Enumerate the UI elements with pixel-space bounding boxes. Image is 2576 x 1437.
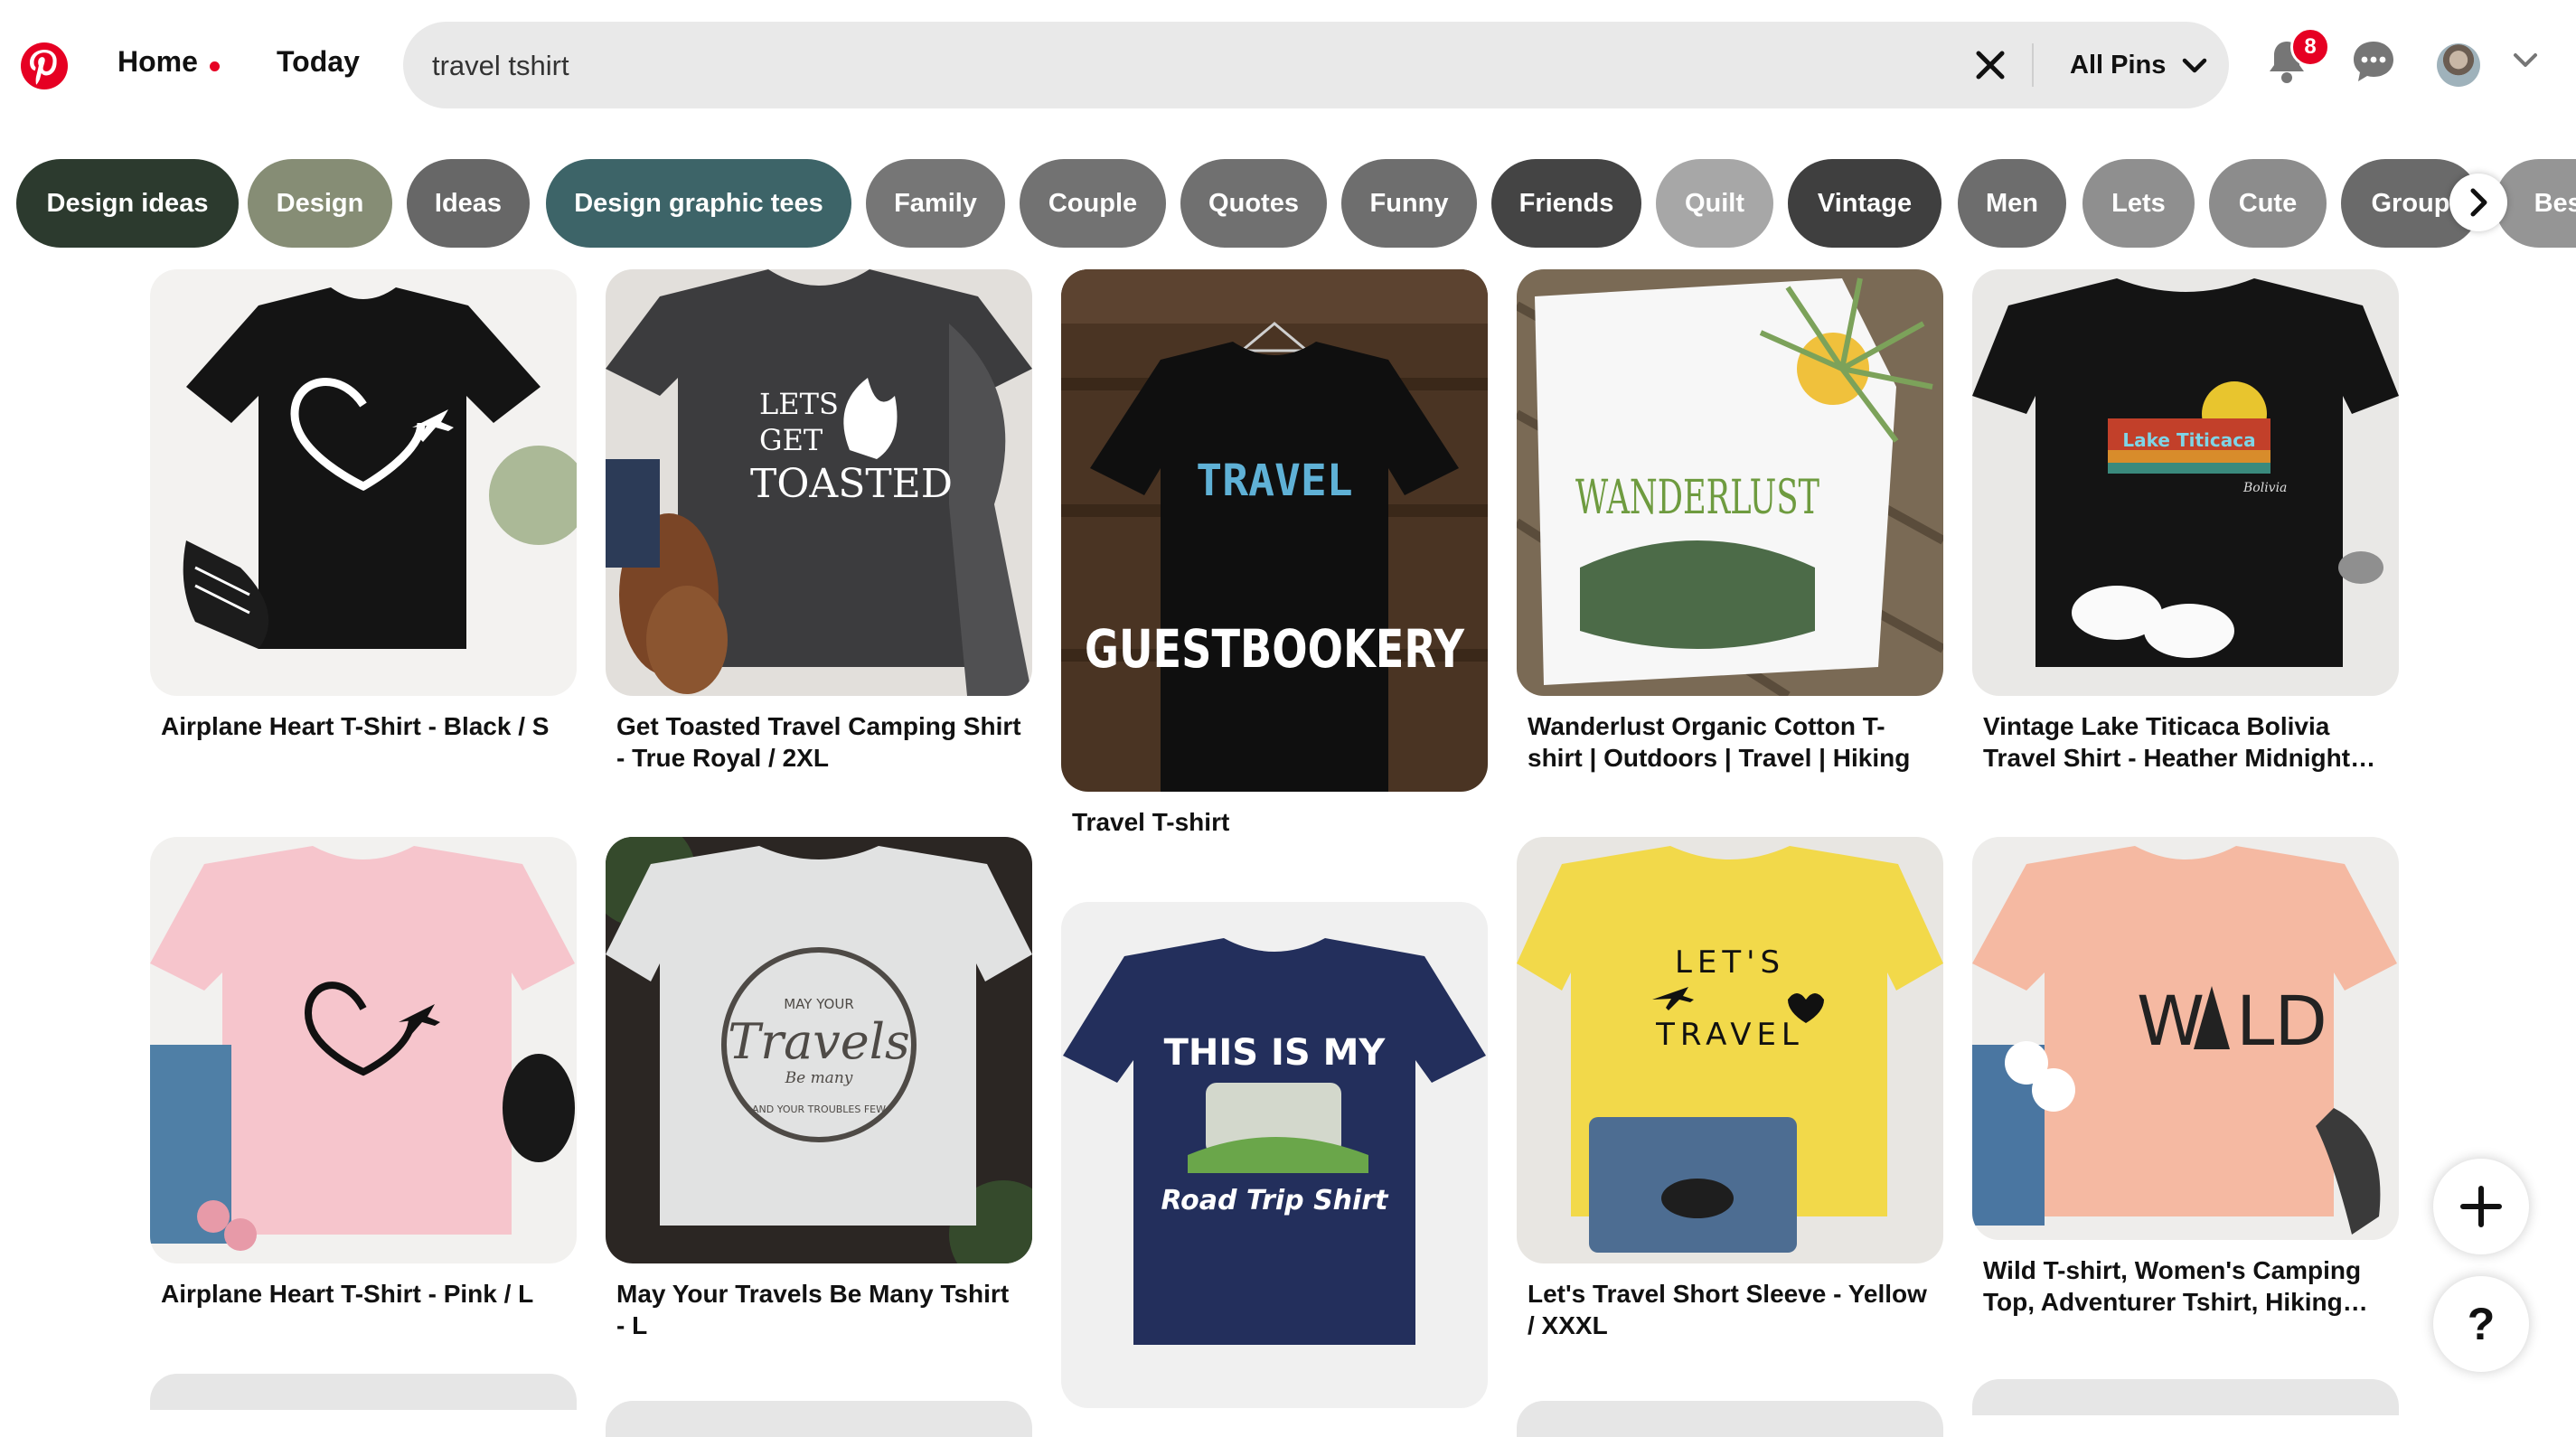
- chip-cute[interactable]: Cute: [2209, 159, 2327, 248]
- pin-card[interactable]: Airplane Heart T-Shirt - Black / S: [150, 269, 577, 742]
- tshirt-image: WANDERLUST: [1517, 269, 1943, 696]
- print-text: TRAVEL: [1655, 1017, 1804, 1053]
- tshirt-image: LET'S TRAVEL: [1517, 837, 1943, 1263]
- chip-design-graphic-tees[interactable]: Design graphic tees: [546, 159, 851, 248]
- pin-card[interactable]: LETS GET TOASTED Get Toasted Travel Camp…: [606, 269, 1032, 774]
- print-text: TRAVEL: [1196, 456, 1352, 506]
- chip-ideas[interactable]: Ideas: [407, 159, 530, 248]
- today-link[interactable]: Today: [277, 45, 360, 79]
- tshirt-image: [150, 837, 577, 1263]
- tshirt-image: THIS IS MY Road Trip Shirt: [1061, 902, 1488, 1408]
- print-text: Road Trip Shirt: [1161, 1185, 1390, 1216]
- print-text: Lake Titicaca: [2122, 429, 2255, 451]
- pin-title: Airplane Heart T-Shirt - Black / S: [161, 712, 550, 740]
- print-text: WANDERLUST: [1575, 471, 1819, 525]
- chevron-right-icon: [2470, 188, 2487, 217]
- pin-title: Vintage Lake Titicaca Bolivia Travel Shi…: [1983, 712, 2351, 772]
- home-notification-dot: [210, 61, 220, 71]
- pin-card[interactable]: W LD Wild T-shirt, Women's Camping Top, …: [1972, 837, 2399, 1318]
- tshirt-image: [150, 269, 577, 696]
- chip-family[interactable]: Family: [866, 159, 1005, 248]
- chevron-down-icon[interactable]: [2513, 52, 2538, 69]
- pin-image: [150, 837, 577, 1263]
- tshirt-image: MAY YOUR Travels Be many AND YOUR TROUBL…: [606, 837, 1032, 1263]
- print-text: Travels: [728, 1013, 909, 1070]
- pin-card-partial[interactable]: [150, 1374, 577, 1410]
- pin-title: Let's Travel Short Sleeve - Yellow / XXX…: [1528, 1280, 1927, 1339]
- tshirt-image: W LD: [1972, 837, 2399, 1240]
- print-text: TOASTED: [750, 461, 953, 507]
- pin-image: LET'S TRAVEL: [1517, 837, 1943, 1263]
- pin-card[interactable]: TRAVEL GUESTBOOKERY Travel T-shirt: [1061, 269, 1488, 838]
- pin-title: Airplane Heart T-Shirt - Pink / L: [161, 1280, 534, 1308]
- pin-card-partial[interactable]: [1517, 1401, 1943, 1437]
- print-text: LET'S: [1675, 944, 1785, 981]
- pin-card[interactable]: WANDERLUST Wanderlust Organic Cotton T-s…: [1517, 269, 1943, 774]
- print-text: Bolivia: [2242, 481, 2287, 495]
- chevron-down-icon: [2182, 58, 2207, 73]
- tshirt-image: LETS GET TOASTED: [606, 269, 1032, 696]
- avatar[interactable]: [2437, 43, 2480, 87]
- chip-design-ideas[interactable]: Design ideas: [16, 159, 239, 248]
- print-text: MAY YOUR: [784, 996, 854, 1012]
- tshirt-image: Lake Titicaca Bolivia: [1972, 269, 2399, 696]
- pin-image: WANDERLUST: [1517, 269, 1943, 696]
- pin-card-partial[interactable]: [606, 1401, 1032, 1437]
- chip-couple[interactable]: Couple: [1020, 159, 1166, 248]
- pin-image: [150, 269, 577, 696]
- pin-card-partial[interactable]: [1972, 1379, 2399, 1415]
- chip-design[interactable]: Design: [248, 159, 392, 248]
- tshirt-image: TRAVEL GUESTBOOKERY: [1061, 269, 1488, 792]
- pin-card[interactable]: Airplane Heart T-Shirt - Pink / L: [150, 837, 577, 1310]
- chip-funny[interactable]: Funny: [1341, 159, 1477, 248]
- search-input[interactable]: [430, 22, 2350, 110]
- pin-title: Wild T-shirt, Women's Camping Top, Adven…: [1983, 1256, 2362, 1316]
- home-link[interactable]: Home: [118, 45, 198, 79]
- pin-card[interactable]: MAY YOUR Travels Be many AND YOUR TROUBL…: [606, 837, 1032, 1341]
- pin-image: Lake Titicaca Bolivia: [1972, 269, 2399, 696]
- pin-image: W LD: [1972, 837, 2399, 1240]
- search-divider: [2032, 43, 2034, 87]
- create-pin-button[interactable]: [2433, 1159, 2529, 1254]
- pin-image: MAY YOUR Travels Be many AND YOUR TROUBL…: [606, 837, 1032, 1263]
- pin-title: May Your Travels Be Many Tshirt - L: [616, 1280, 1010, 1339]
- chip-lets[interactable]: Lets: [2082, 159, 2195, 248]
- pinterest-logo-icon[interactable]: [20, 42, 69, 90]
- help-button[interactable]: ?: [2433, 1276, 2529, 1372]
- chips-next-button[interactable]: [2449, 174, 2507, 231]
- pin-image: LETS GET TOASTED: [606, 269, 1032, 696]
- pin-image: THIS IS MY Road Trip Shirt: [1061, 902, 1488, 1408]
- top-navigation-bar: Home Today All Pins 8: [0, 0, 2576, 131]
- print-text: Be many: [785, 1069, 853, 1087]
- print-text: GET: [759, 423, 823, 457]
- chip-men[interactable]: Men: [1958, 159, 2066, 248]
- all-pins-filter[interactable]: All Pins: [2070, 51, 2207, 81]
- print-text: LETS: [759, 387, 839, 421]
- plus-icon: [2460, 1186, 2502, 1227]
- chip-quilt[interactable]: Quilt: [1656, 159, 1773, 248]
- filter-label: All Pins: [2070, 51, 2167, 80]
- pin-title: Wanderlust Organic Cotton T-shirt | Outd…: [1528, 712, 1911, 772]
- print-text: LD: [2236, 981, 2327, 1061]
- pin-title: Travel T-shirt: [1072, 808, 1230, 836]
- close-icon[interactable]: [1972, 47, 2008, 83]
- print-text: AND YOUR TROUBLES FEW: [752, 1104, 886, 1115]
- chip-quotes[interactable]: Quotes: [1180, 159, 1327, 248]
- pin-image: TRAVEL GUESTBOOKERY: [1061, 269, 1488, 792]
- print-text: THIS IS MY: [1164, 1032, 1387, 1074]
- print-text: GUESTBOOKERY: [1085, 618, 1465, 680]
- pin-title: Get Toasted Travel Camping Shirt - True …: [616, 712, 1021, 772]
- pin-card[interactable]: Lake Titicaca Bolivia Vintage Lake Titic…: [1972, 269, 2399, 774]
- pin-card[interactable]: LET'S TRAVEL Let's Travel Short Sleeve -…: [1517, 837, 1943, 1341]
- help-label: ?: [2467, 1299, 2496, 1349]
- chip-vintage[interactable]: Vintage: [1788, 159, 1941, 248]
- suggestion-chips: Design ideas Design Ideas Design graphic…: [0, 159, 2576, 248]
- messages-icon[interactable]: [2350, 36, 2397, 87]
- notification-badge: 8: [2290, 27, 2330, 67]
- chip-friends[interactable]: Friends: [1491, 159, 1641, 248]
- search-bar: All Pins: [403, 22, 2350, 110]
- pin-card[interactable]: THIS IS MY Road Trip Shirt: [1061, 902, 1488, 1408]
